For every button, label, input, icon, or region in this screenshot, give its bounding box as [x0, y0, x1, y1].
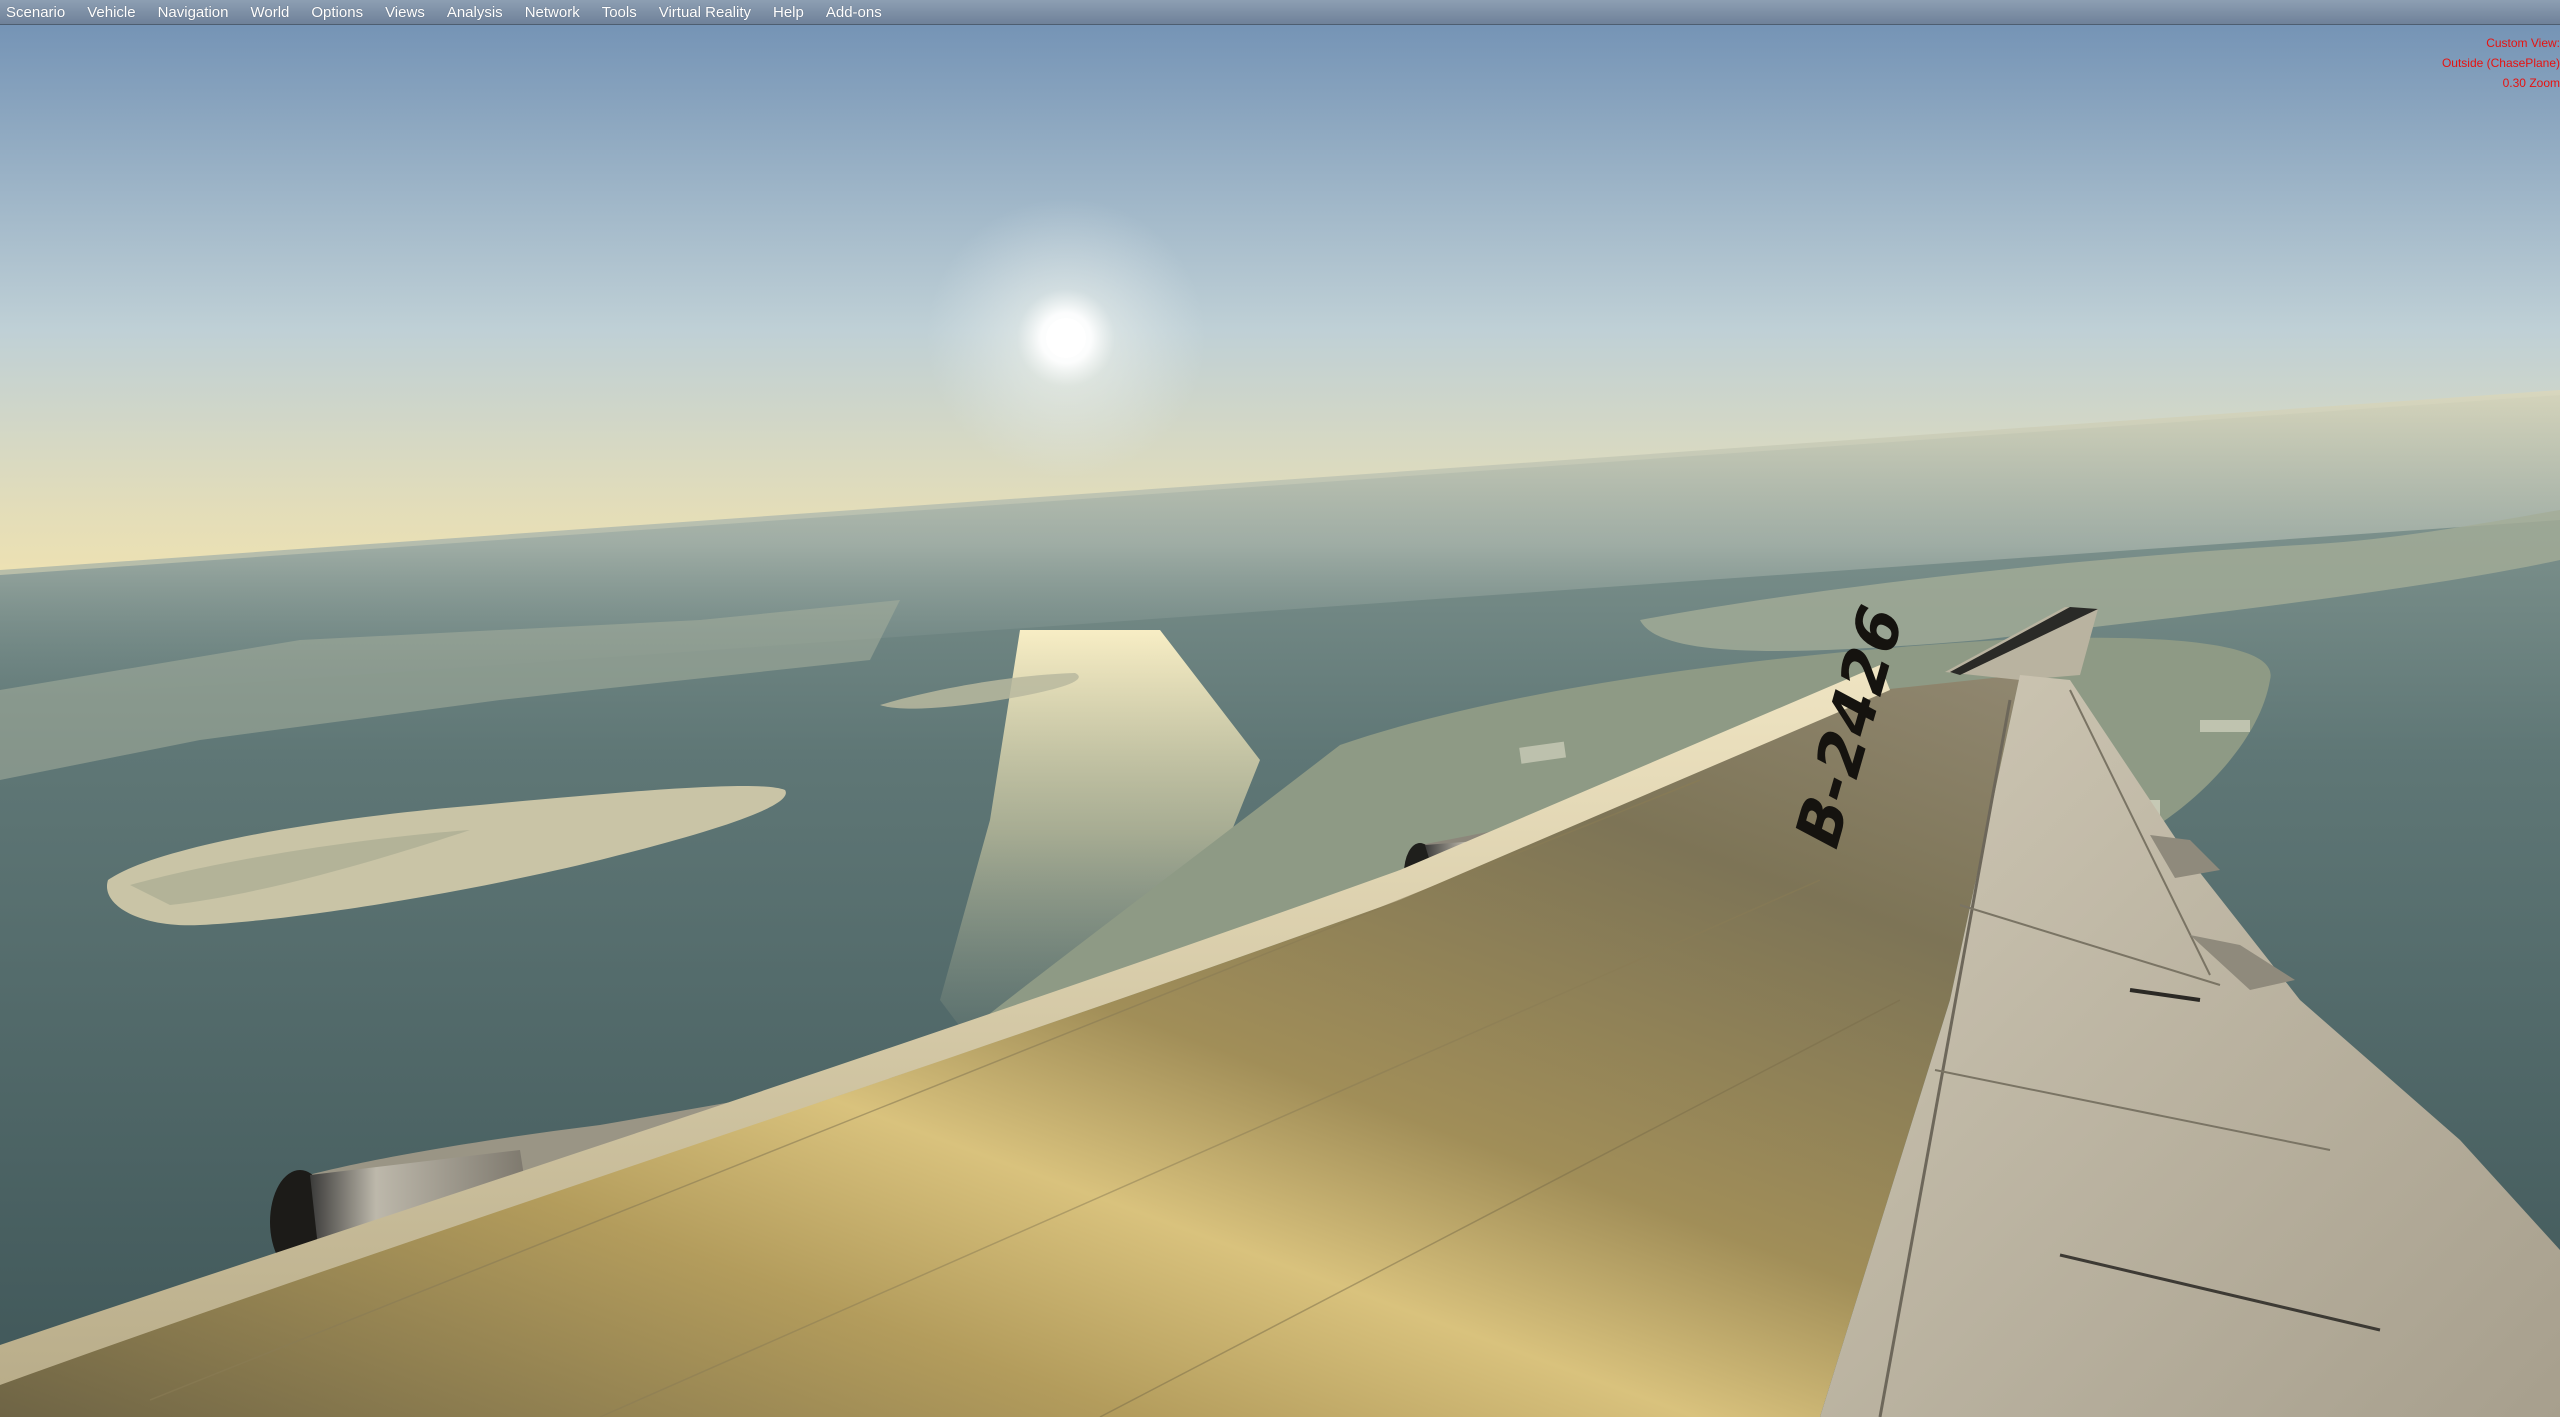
menu-analysis[interactable]: Analysis	[447, 4, 503, 21]
simulator-viewport[interactable]: B-2426 Scenario Vehicle Navigation World…	[0, 0, 2560, 1417]
menu-bar: Scenario Vehicle Navigation World Option…	[0, 0, 2560, 25]
menu-navigation[interactable]: Navigation	[158, 4, 229, 21]
menu-world[interactable]: World	[250, 4, 289, 21]
view-info-overlay: Custom View: Outside (ChasePlane) 0.30 Z…	[2442, 33, 2560, 93]
menu-virtual-reality[interactable]: Virtual Reality	[659, 4, 751, 21]
menu-help[interactable]: Help	[773, 4, 804, 21]
menu-vehicle[interactable]: Vehicle	[87, 4, 135, 21]
view-info-zoom: 0.30 Zoom	[2502, 76, 2560, 90]
sun	[1046, 318, 1086, 358]
menu-tools[interactable]: Tools	[602, 4, 637, 21]
view-info-title: Custom View:	[2486, 36, 2560, 50]
menu-views[interactable]: Views	[385, 4, 425, 21]
menu-network[interactable]: Network	[525, 4, 580, 21]
menu-scenario[interactable]: Scenario	[6, 4, 65, 21]
outside-view-scene: B-2426	[0, 0, 2560, 1417]
menu-add-ons[interactable]: Add-ons	[826, 4, 882, 21]
view-info-camera: Outside (ChasePlane)	[2441, 56, 2560, 70]
menu-options[interactable]: Options	[311, 4, 363, 21]
